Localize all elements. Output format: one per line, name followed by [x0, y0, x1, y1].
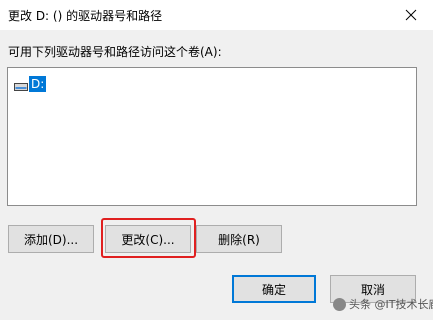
watermark-text: 头条 @IT技术长廊 [349, 298, 433, 311]
close-button[interactable] [395, 0, 427, 30]
window-title: 更改 D: () 的驱动器号和路径 [8, 9, 163, 23]
title-bar: 更改 D: () 的驱动器号和路径 [0, 0, 433, 30]
drive-path-listbox[interactable]: D: [7, 67, 417, 206]
watermark: 头条 @IT技术长廊 [333, 296, 433, 312]
add-button[interactable]: 添加(D)... [8, 225, 94, 253]
watermark-logo-icon [333, 297, 346, 311]
close-icon [405, 9, 417, 21]
highlight-box [101, 218, 196, 258]
delete-button[interactable]: 删除(R) [196, 225, 282, 253]
instruction-label: 可用下列驱动器号和路径访问这个卷(A): [8, 45, 222, 59]
ok-button[interactable]: 确定 [232, 275, 316, 303]
drive-icon [14, 80, 28, 91]
drive-label: D: [29, 76, 47, 92]
drive-list-item[interactable]: D: [14, 76, 47, 92]
